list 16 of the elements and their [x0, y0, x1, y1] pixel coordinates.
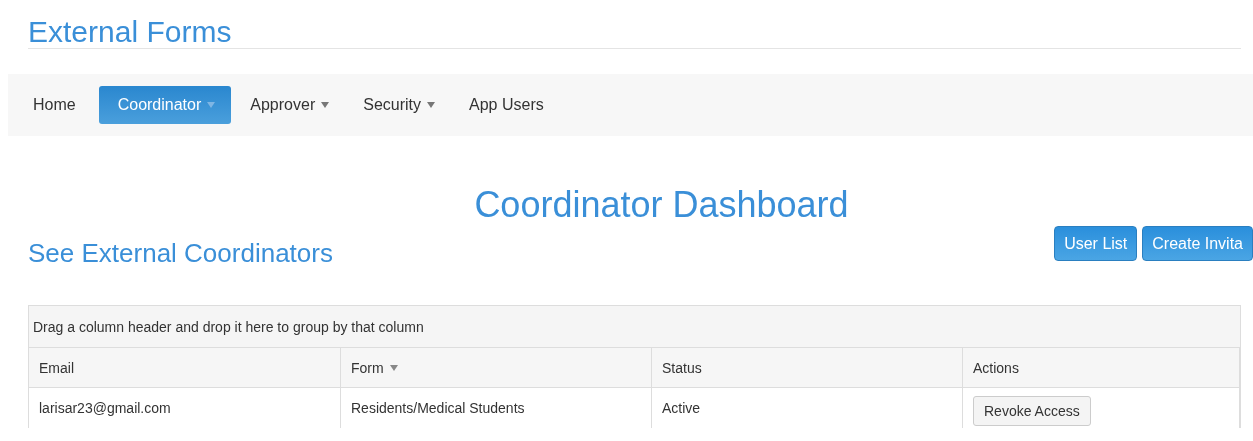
section-title: See External Coordinators	[28, 237, 333, 269]
app-title: External Forms	[28, 14, 233, 50]
column-header[interactable]: Email	[29, 348, 341, 388]
table-cell: Residents/Medical Students	[341, 388, 652, 428]
nav-tab[interactable]: Approver	[239, 86, 341, 124]
column-header[interactable]: Actions	[963, 348, 1240, 388]
group-hint: Drag a column header and drop it here to group by that column	[29, 306, 1240, 348]
revoke-button[interactable]: Revoke Access	[973, 396, 1091, 426]
page-title: Coordinator Dashboard	[473, 184, 850, 226]
column-header[interactable]: Status	[652, 348, 963, 388]
nav-tab[interactable]: Home	[22, 86, 87, 124]
nav-tab[interactable]: App Users	[458, 86, 555, 124]
nav-tab[interactable]: Security	[352, 86, 446, 124]
table-cell: Active	[652, 388, 963, 428]
column-header[interactable]: Form	[341, 348, 652, 388]
table-cell: larisar23@gmail.com	[29, 388, 341, 428]
